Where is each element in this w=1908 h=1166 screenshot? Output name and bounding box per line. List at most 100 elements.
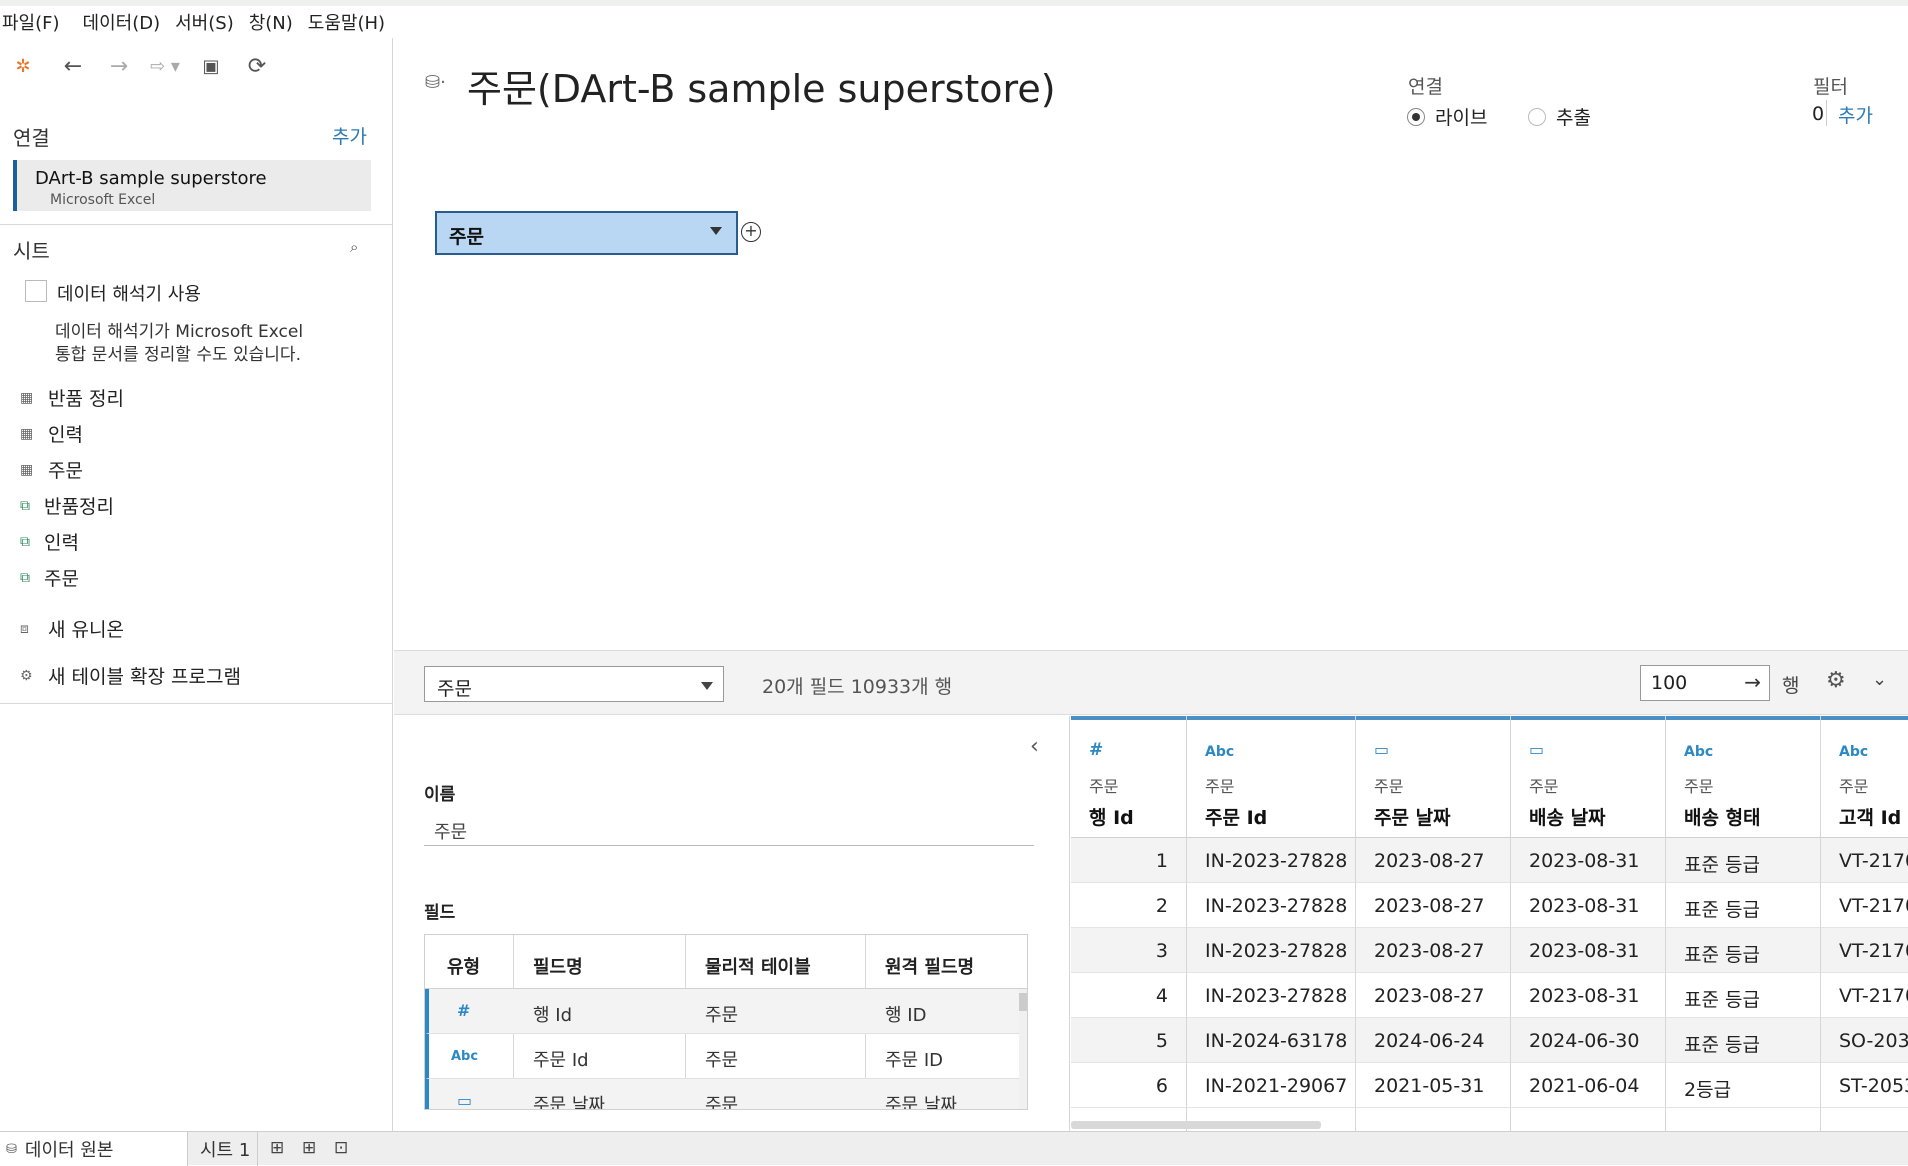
grid-cell[interactable]: 4 [1071, 973, 1187, 1018]
collapse-icon[interactable]: ‹ [1030, 734, 1039, 759]
grid-cell[interactable]: 6 [1071, 1063, 1187, 1108]
grid-cell[interactable]: 표준 등급 [1666, 883, 1821, 928]
live-radio[interactable] [1407, 107, 1425, 126]
tab-datasource[interactable]: ⛁ 데이터 원본 [0, 1132, 188, 1166]
grid-cell[interactable]: IN-2021-29067 [1187, 1063, 1356, 1108]
name-field[interactable]: 주문 [424, 812, 1034, 846]
chevron-down-icon[interactable]: ⌄ [1872, 669, 1887, 690]
header-field-name[interactable]: 필드명 [533, 953, 583, 979]
refresh-icon[interactable]: ⟳ [234, 46, 280, 86]
tableau-logo-icon[interactable]: ✲ [0, 46, 46, 86]
string-type-icon[interactable]: Abc [1839, 744, 1868, 760]
grid-cell[interactable]: VT-2170 [1821, 838, 1908, 883]
grid-cell[interactable]: IN-2023-27828 [1187, 883, 1356, 928]
grid-cell[interactable]: 3 [1071, 928, 1187, 973]
grid-cell[interactable]: 2023-08-31 [1511, 973, 1666, 1018]
grid-cell[interactable]: 2023-08-27 [1356, 838, 1511, 883]
grid-cell[interactable]: 2021-05-31 [1356, 1063, 1511, 1108]
add-relationship-icon[interactable]: + [741, 222, 761, 242]
grid-cell[interactable]: IN-2023-27828 [1187, 838, 1356, 883]
table-row[interactable]: Abc 주문 Id 주문 주문 ID [425, 1034, 1027, 1079]
horizontal-scrollbar[interactable] [1071, 1121, 1321, 1129]
new-union[interactable]: ⧈ 새 유니온 [20, 615, 124, 642]
new-story-icon[interactable]: ⊡ [334, 1138, 348, 1158]
grid-column-header[interactable]: # 주문 행 Id [1071, 716, 1186, 838]
live-option[interactable]: 라이브 [1407, 103, 1487, 130]
grid-cell[interactable]: 2023-08-27 [1356, 973, 1511, 1018]
grid-cell[interactable]: 2024-06-30 [1511, 1018, 1666, 1063]
grid-cell[interactable]: 표준 등급 [1666, 973, 1821, 1018]
rows-input[interactable]: 100 → [1640, 665, 1770, 701]
string-type-icon[interactable]: Abc [1205, 744, 1234, 760]
new-worksheet-icon[interactable]: ⊞ [270, 1138, 284, 1158]
table-row[interactable]: ▭ 주문 날짜 주문 주문 날짜 [425, 1079, 1027, 1109]
string-type-icon[interactable]: Abc [1684, 744, 1713, 760]
grid-cell[interactable]: ST-2053 [1821, 1063, 1908, 1108]
calendar-icon[interactable]: ▭ [457, 1091, 472, 1109]
sheet-item-orders[interactable]: ▦ 주문 [20, 456, 83, 483]
grid-cell[interactable]: IN-2023-27828 [1187, 973, 1356, 1018]
chevron-down-icon[interactable] [710, 227, 722, 235]
grid-cell[interactable]: 2024-06-24 [1356, 1018, 1511, 1063]
grid-cell[interactable]: VT-2170 [1821, 883, 1908, 928]
number-type-icon[interactable]: # [1089, 740, 1103, 760]
grid-cell[interactable]: 2023-08-31 [1511, 928, 1666, 973]
sheet-item-orders-range[interactable]: ⧉ 주문 [20, 564, 79, 591]
header-remote-field[interactable]: 원격 필드명 [885, 953, 974, 979]
connection-card[interactable]: DArt-B sample superstore Microsoft Excel [13, 160, 371, 211]
grid-cell[interactable]: 2023-08-31 [1511, 838, 1666, 883]
datasource-icon[interactable]: ⛁· [425, 72, 446, 93]
grid-cell[interactable]: 2021-06-04 [1511, 1063, 1666, 1108]
field-name[interactable]: 주문 날짜 [533, 1091, 605, 1109]
add-filter-link[interactable]: 추가 [1838, 101, 1873, 128]
field-name[interactable]: 행 Id [533, 1001, 572, 1027]
grid-cell[interactable]: IN-2024-63178 [1187, 1018, 1356, 1063]
grid-cell[interactable]: VT-2170 [1821, 928, 1908, 973]
gear-icon[interactable]: ⚙ [1826, 668, 1846, 693]
redo-icon[interactable]: ⇨ ▾ [142, 46, 188, 86]
search-icon[interactable]: ⌕ [350, 238, 358, 256]
datasource-title[interactable]: 주문(DArt-B sample superstore) [467, 58, 1056, 113]
new-table-extension[interactable]: ⚙ 새 테이블 확장 프로그램 [20, 662, 241, 689]
menu-file[interactable]: 파일(F) [0, 9, 69, 35]
sheet-item-returns-range[interactable]: ⧉ 반품정리 [20, 492, 114, 519]
menu-window[interactable]: 창(N) [247, 9, 302, 35]
header-type[interactable]: 유형 [447, 953, 480, 979]
calendar-icon[interactable]: ▭ [1529, 740, 1544, 759]
grid-column-header[interactable]: ▭ 주문 배송 날짜 [1511, 716, 1665, 838]
grid-cell[interactable]: 2023-08-27 [1356, 883, 1511, 928]
scrollbar-thumb[interactable] [1019, 993, 1027, 1011]
grid-column-header[interactable]: Abc 주문 배송 형태 [1666, 716, 1820, 838]
tab-sheet-1[interactable]: 시트 1 [188, 1132, 258, 1166]
grid-cell[interactable]: 1 [1071, 838, 1187, 883]
extract-radio[interactable] [1528, 107, 1546, 126]
extract-option[interactable]: 추출 [1528, 103, 1591, 130]
grid-cell[interactable]: 2023-08-27 [1356, 928, 1511, 973]
arrow-right-icon[interactable]: → [1744, 670, 1761, 694]
grid-cell[interactable]: 표준 등급 [1666, 1018, 1821, 1063]
interpreter-checkbox[interactable] [25, 280, 47, 302]
add-connection-link[interactable]: 추가 [332, 122, 367, 149]
header-physical-table[interactable]: 물리적 테이블 [705, 953, 811, 979]
number-type-icon[interactable]: # [457, 1001, 470, 1020]
menu-server[interactable]: 서버(S) [173, 9, 243, 35]
sheet-item-people-range[interactable]: ⧉ 인력 [20, 528, 79, 555]
arrow-left-icon[interactable]: ← [50, 46, 96, 86]
grid-cell[interactable]: 2등급 [1666, 1063, 1821, 1108]
save-icon[interactable]: ▣ [188, 46, 234, 86]
grid-cell[interactable]: 5 [1071, 1018, 1187, 1063]
menu-help[interactable]: 도움말(H) [306, 9, 394, 35]
table-row[interactable]: # 행 Id 주문 행 ID [425, 989, 1027, 1034]
grid-cell[interactable]: SO-2033 [1821, 1018, 1908, 1063]
grid-cell[interactable]: 2023-08-31 [1511, 883, 1666, 928]
menu-data[interactable]: 데이터(D) [81, 9, 170, 35]
table-select[interactable]: 주문 [424, 666, 724, 702]
calendar-icon[interactable]: ▭ [1374, 740, 1389, 759]
canvas-table[interactable]: 주문 [435, 211, 738, 255]
grid-cell[interactable]: VT-2170 [1821, 973, 1908, 1018]
new-dashboard-icon[interactable]: ⊞ [302, 1138, 316, 1158]
arrow-right-icon[interactable]: → [96, 46, 142, 86]
grid-column-header[interactable]: ▭ 주문 주문 날짜 [1356, 716, 1510, 838]
grid-cell[interactable]: 2 [1071, 883, 1187, 928]
field-name[interactable]: 주문 Id [533, 1046, 589, 1072]
